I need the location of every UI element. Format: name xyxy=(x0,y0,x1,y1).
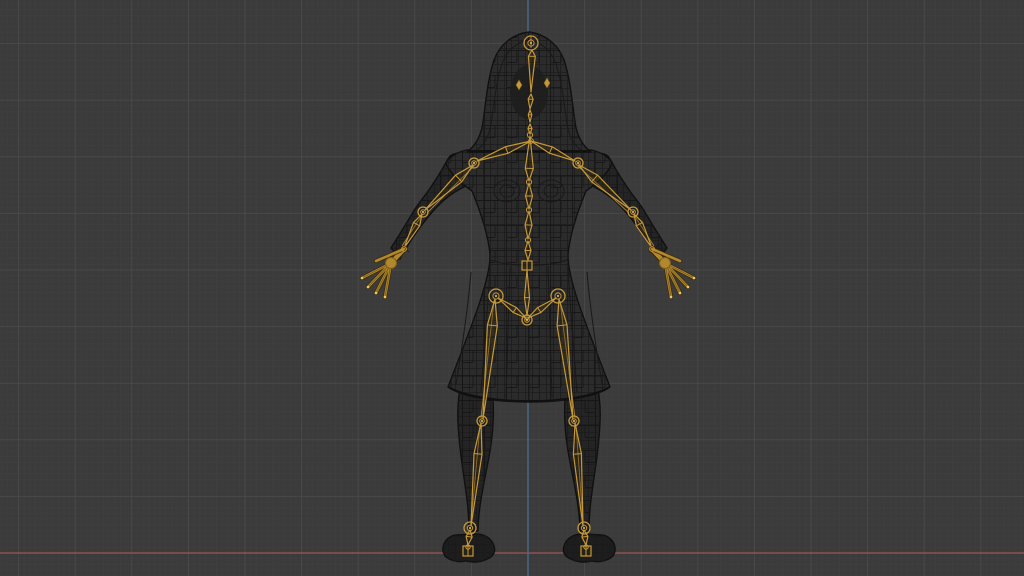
face-shadow xyxy=(510,65,548,119)
3d-viewport[interactable] xyxy=(0,0,1024,576)
joint-dot xyxy=(469,527,471,529)
bone-ring-shin-r xyxy=(573,454,581,455)
joint-dot xyxy=(583,527,585,529)
joint-dot xyxy=(530,42,532,44)
joint-dot xyxy=(577,162,579,164)
joint-dot xyxy=(422,211,424,213)
left-hand-bones xyxy=(361,247,407,299)
joint-dot xyxy=(526,319,528,321)
joint-dot xyxy=(481,420,483,422)
joint-dot xyxy=(632,211,634,213)
bone-ring-foot-r xyxy=(582,536,588,537)
right-hand-bones xyxy=(650,247,696,299)
joint-dot xyxy=(495,295,497,297)
viewport-scene xyxy=(0,0,1024,576)
joint-dot xyxy=(473,162,475,164)
joint-dot xyxy=(557,295,559,297)
joint-dot xyxy=(573,420,575,422)
bone-ring-foot-l xyxy=(466,536,472,537)
